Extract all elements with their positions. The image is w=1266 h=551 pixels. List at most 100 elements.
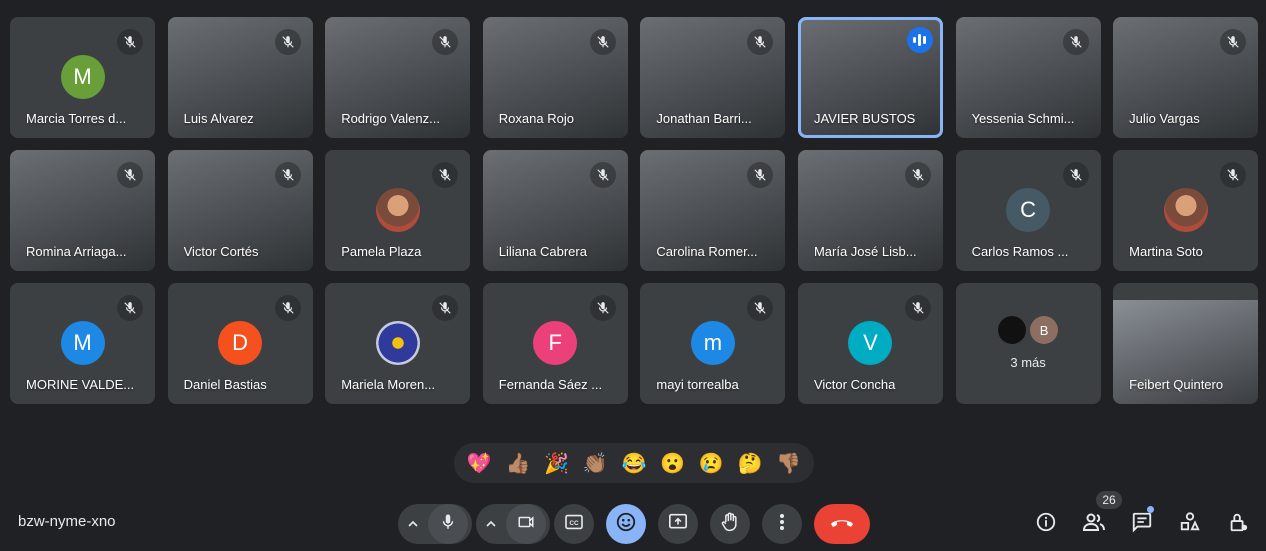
reaction-button[interactable]: 😮 <box>657 451 689 476</box>
camera-control <box>476 504 550 544</box>
camera-icon <box>516 513 536 536</box>
participant-tile[interactable]: Martina Soto <box>1113 150 1259 271</box>
participant-tile[interactable]: JAVIER BUSTOS <box>797 17 943 138</box>
reaction-button[interactable]: 🤔 <box>734 451 766 476</box>
participant-tile[interactable]: M Marcia Torres d... <box>10 17 155 138</box>
reaction-bar: 💖 👍🏽 🎉 👏🏽 😂 😮 😢 🤔 👎🏽 <box>454 443 814 483</box>
participant-tile[interactable]: Roxana Rojo <box>482 17 628 138</box>
reaction-button[interactable]: 👏🏽 <box>579 451 611 476</box>
avatar <box>998 316 1027 344</box>
mic-off-icon <box>747 162 774 188</box>
mic-off-icon <box>904 295 931 321</box>
participant-tile[interactable]: F Fernanda Sáez ... <box>482 283 628 404</box>
participant-name: Luis Alvarez <box>183 111 254 126</box>
people-button[interactable] <box>1082 512 1106 536</box>
participant-tile[interactable]: V Victor Concha <box>797 283 943 404</box>
more-avatars: B <box>998 316 1059 344</box>
mic-off-icon <box>117 29 143 55</box>
mic-off-icon <box>1220 29 1247 55</box>
participant-tile[interactable]: María José Lisb... <box>797 150 943 271</box>
participant-name: mayi torrealba <box>656 377 739 392</box>
avatar <box>375 321 420 365</box>
participant-name: Fernanda Sáez ... <box>498 377 603 392</box>
avatar: m <box>690 321 735 365</box>
mic-off-icon <box>589 295 616 321</box>
participant-tile[interactable]: Yessenia Schmi... <box>955 17 1101 138</box>
participant-name: Carlos Ramos ... <box>971 244 1069 259</box>
reaction-button[interactable]: 😢 <box>695 451 727 476</box>
mic-off-icon <box>1062 29 1089 55</box>
participant-tile[interactable]: Liliana Cabrera <box>482 150 628 271</box>
participant-tile[interactable]: Julio Vargas <box>1113 17 1259 138</box>
participant-tile[interactable]: Feibert Quintero <box>1113 283 1259 404</box>
mic-off-icon <box>1062 162 1089 188</box>
participant-tile[interactable]: Mariela Moren... <box>325 283 471 404</box>
video-options-chevron-icon[interactable] <box>476 518 506 530</box>
mic-off-icon <box>117 295 143 321</box>
emoji-button[interactable] <box>606 504 646 544</box>
audio-options-chevron-icon[interactable] <box>398 518 428 530</box>
participant-tile[interactable]: B 3 más <box>955 283 1101 404</box>
avatar <box>1163 188 1208 232</box>
mic-off-icon <box>274 162 301 188</box>
participant-name: Roxana Rojo <box>498 111 574 126</box>
end-call-control <box>814 504 870 544</box>
svg-text:CC: CC <box>569 520 579 527</box>
participant-name: Julio Vargas <box>1129 111 1200 126</box>
participant-name: Martina Soto <box>1129 244 1203 259</box>
reaction-button[interactable]: 💖 <box>463 451 495 476</box>
end-call-button[interactable] <box>814 504 870 544</box>
participant-name: MORINE VALDE... <box>26 377 135 392</box>
participant-tile[interactable]: Rodrigo Valenz... <box>325 17 471 138</box>
emoji-icon <box>615 511 637 538</box>
hand-control <box>710 504 750 544</box>
reaction-button[interactable]: 👍🏽 <box>502 451 534 476</box>
participant-tile[interactable]: m mayi torrealba <box>640 283 786 404</box>
participant-name: Mariela Moren... <box>341 377 436 392</box>
mic-off-icon <box>747 295 774 321</box>
avatar: M <box>60 321 105 365</box>
participant-name: Marcia Torres d... <box>26 111 127 126</box>
chat-icon <box>1131 511 1153 538</box>
mic-off-icon <box>117 162 143 188</box>
participant-tile[interactable]: Romina Arriaga... <box>10 150 155 271</box>
participant-tile[interactable]: Victor Cortés <box>167 150 313 271</box>
participant-tile[interactable]: C Carlos Ramos ... <box>955 150 1101 271</box>
present-button[interactable] <box>658 504 698 544</box>
info-icon <box>1035 511 1057 538</box>
avatar: C <box>1006 188 1051 232</box>
more-options-button[interactable] <box>762 504 802 544</box>
captions-button[interactable]: CC <box>554 504 594 544</box>
participant-name: Feibert Quintero <box>1129 377 1224 392</box>
mic-control <box>398 504 472 544</box>
present-control <box>658 504 698 544</box>
mic-off-icon <box>274 295 301 321</box>
participant-name: Romina Arriaga... <box>26 244 127 259</box>
mic-off-icon <box>432 162 459 188</box>
camera-button[interactable] <box>506 504 546 544</box>
reaction-button[interactable]: 👎🏽 <box>773 451 805 476</box>
captions-icon: CC <box>564 514 584 535</box>
host-controls-icon <box>1227 511 1249 538</box>
avatar: F <box>533 321 578 365</box>
meeting-info-button[interactable] <box>1034 512 1058 536</box>
participant-name: Victor Concha <box>813 377 896 392</box>
participant-tile[interactable]: Pamela Plaza <box>325 150 471 271</box>
mic-off-icon <box>589 162 616 188</box>
reaction-button[interactable]: 🎉 <box>541 451 573 476</box>
participant-tile[interactable]: D Daniel Bastias <box>167 283 313 404</box>
activities-button[interactable] <box>1178 511 1202 536</box>
host-controls-button[interactable] <box>1226 512 1250 536</box>
participant-count-badge: 26 <box>1096 491 1122 509</box>
mic-off-icon <box>904 162 931 188</box>
participant-tile[interactable]: M MORINE VALDE... <box>10 283 155 404</box>
raise-hand-icon <box>720 511 740 538</box>
participant-tile[interactable]: Carolina Romer... <box>640 150 786 271</box>
chat-button[interactable] <box>1130 512 1154 536</box>
raise-hand-button[interactable] <box>710 504 750 544</box>
reaction-button[interactable]: 😂 <box>618 451 650 476</box>
mic-off-icon <box>589 29 616 55</box>
mic-button[interactable] <box>428 504 468 544</box>
participant-tile[interactable]: Jonathan Barri... <box>640 17 786 138</box>
participant-tile[interactable]: Luis Alvarez <box>167 17 313 138</box>
